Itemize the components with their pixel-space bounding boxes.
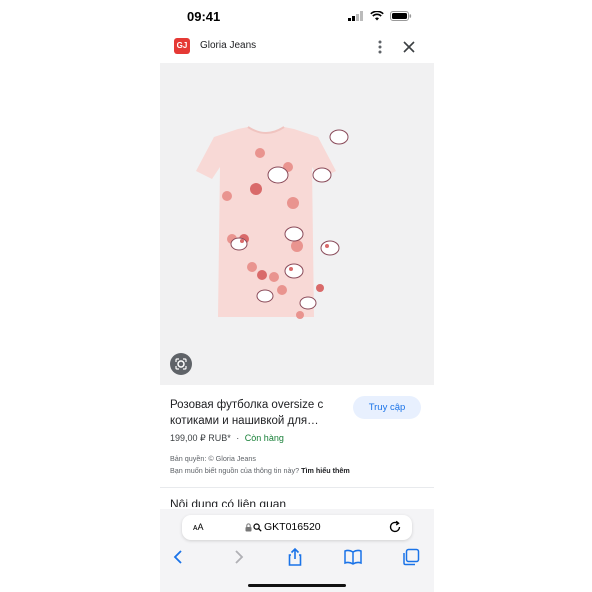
- lock-icon: [245, 523, 252, 532]
- product-price: 199,00 ₽ RUB*: [170, 433, 231, 443]
- copyright-text: Bản quyền: © Gloria Jeans: [170, 454, 257, 463]
- text-size-button[interactable]: ᴀA: [193, 522, 203, 532]
- status-icons: [348, 11, 412, 21]
- back-icon[interactable]: [169, 547, 189, 567]
- product-title[interactable]: Розовая футболка oversize с котиками и н…: [170, 397, 340, 429]
- brand-logo: GJ: [174, 38, 190, 54]
- status-time: 09:41: [187, 9, 221, 24]
- bookmarks-icon[interactable]: [343, 547, 363, 567]
- battery-icon: [390, 11, 412, 21]
- learn-more-link[interactable]: Tìm hiểu thêm: [301, 466, 350, 475]
- site-title: Gloria Jeans: [200, 40, 257, 51]
- source-question: Bạn muốn biết nguồn của thông tin này? T…: [170, 466, 350, 475]
- browser-toolbar: ᴀA GKT016520: [160, 509, 434, 592]
- google-lens-button[interactable]: [170, 353, 192, 375]
- search-icon: [253, 523, 262, 532]
- app-bar: GJ Gloria Jeans: [160, 34, 434, 60]
- url-text: GKT016520: [264, 521, 321, 533]
- phone-screen: 09:41 GJ Gloria Jeans Розовая футболка o…: [160, 0, 434, 592]
- close-icon[interactable]: [400, 38, 418, 56]
- share-icon[interactable]: [285, 547, 305, 567]
- separator-dot: ·: [236, 433, 240, 443]
- reload-icon[interactable]: [388, 520, 402, 534]
- tabs-icon[interactable]: [401, 547, 421, 567]
- product-info: Розовая футболка oversize с котиками и н…: [160, 385, 434, 495]
- divider: [160, 487, 434, 488]
- wifi-icon: [370, 11, 384, 21]
- browser-nav-row: [160, 547, 434, 567]
- status-bar: 09:41: [160, 0, 434, 34]
- address-bar[interactable]: ᴀA GKT016520: [182, 515, 412, 540]
- home-indicator: [248, 584, 346, 587]
- source-question-text: Bạn muốn biết nguồn của thông tin này?: [170, 466, 300, 475]
- price-line: 199,00 ₽ RUB* · Còn hàng: [170, 433, 284, 444]
- related-heading: Nội dung có liên quan: [170, 497, 287, 507]
- tshirt-image: [196, 126, 349, 319]
- forward-icon[interactable]: [228, 547, 248, 567]
- more-options-icon[interactable]: [376, 38, 384, 56]
- product-image[interactable]: [160, 63, 434, 385]
- signal-icon: [348, 11, 363, 21]
- visit-button[interactable]: Truy cập: [353, 396, 421, 419]
- stock-status: Còn hàng: [244, 433, 284, 443]
- lens-icon: [175, 358, 187, 370]
